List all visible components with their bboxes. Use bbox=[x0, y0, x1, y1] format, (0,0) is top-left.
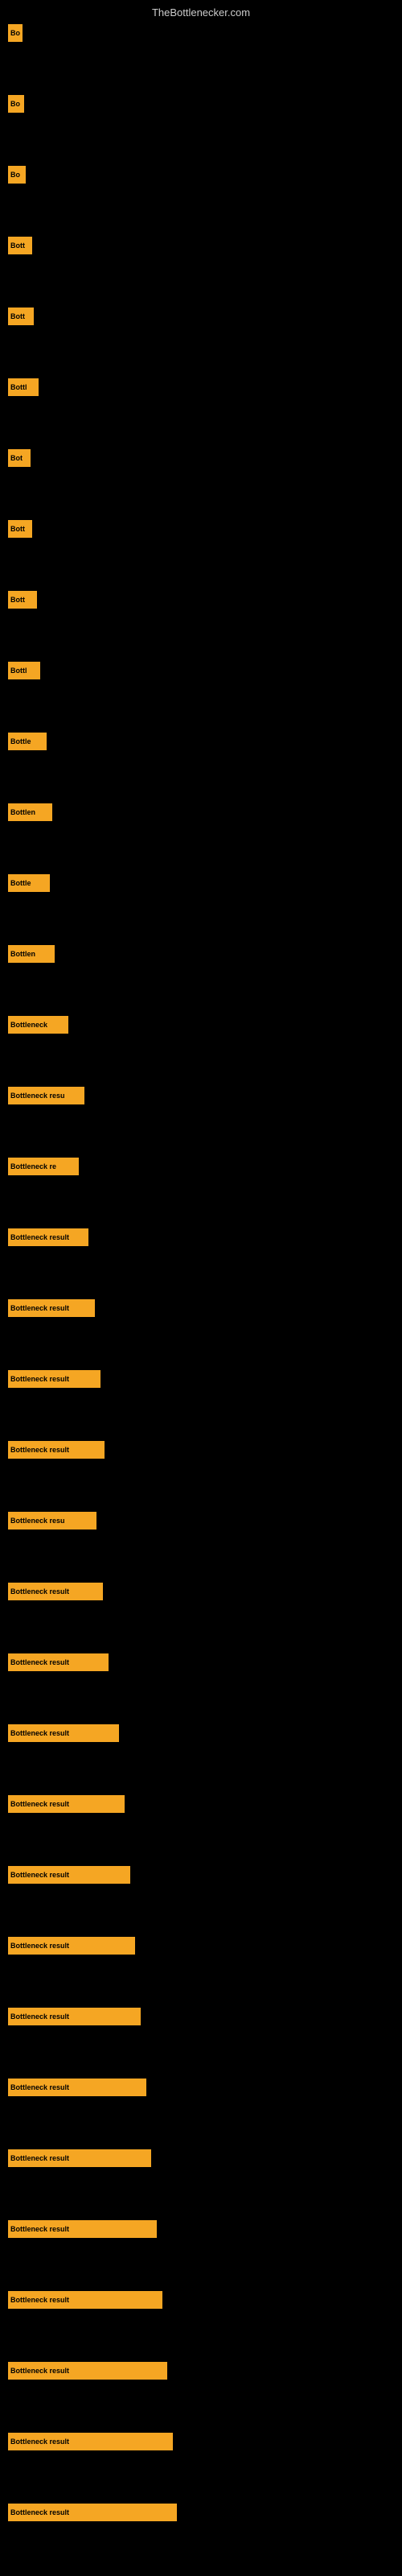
bar-item-23: Bottleneck result bbox=[8, 1583, 103, 1600]
bar-label-35: Bottleneck result bbox=[10, 2438, 69, 2446]
bar-item-11: Bottle bbox=[8, 733, 47, 750]
bar-label-19: Bottleneck result bbox=[10, 1304, 69, 1312]
bar-item-1: Bo bbox=[8, 24, 23, 42]
bar-label-20: Bottleneck result bbox=[10, 1375, 69, 1383]
bar-item-19: Bottleneck result bbox=[8, 1299, 95, 1317]
bar-label-13: Bottle bbox=[10, 879, 31, 887]
bar-item-29: Bottleneck result bbox=[8, 2008, 141, 2025]
bar-item-36: Bottleneck result bbox=[8, 2504, 177, 2521]
bar-item-24: Bottleneck result bbox=[8, 1653, 109, 1671]
bar-label-6: Bottl bbox=[10, 383, 27, 391]
bar-label-2: Bo bbox=[10, 100, 20, 108]
bar-label-8: Bott bbox=[10, 525, 25, 533]
bar-label-36: Bottleneck result bbox=[10, 2508, 69, 2516]
bar-item-2: Bo bbox=[8, 95, 24, 113]
bar-item-34: Bottleneck result bbox=[8, 2362, 167, 2380]
bar-item-27: Bottleneck result bbox=[8, 1866, 130, 1884]
bar-label-31: Bottleneck result bbox=[10, 2154, 69, 2162]
bar-label-27: Bottleneck result bbox=[10, 1871, 69, 1879]
bar-item-22: Bottleneck resu bbox=[8, 1512, 96, 1530]
bar-label-3: Bo bbox=[10, 171, 20, 179]
bar-item-14: Bottlen bbox=[8, 945, 55, 963]
bar-item-3: Bo bbox=[8, 166, 26, 184]
bar-item-4: Bott bbox=[8, 237, 32, 254]
bar-item-21: Bottleneck result bbox=[8, 1441, 105, 1459]
bar-label-32: Bottleneck result bbox=[10, 2225, 69, 2233]
bar-label-12: Bottlen bbox=[10, 808, 35, 816]
bar-label-33: Bottleneck result bbox=[10, 2296, 69, 2304]
bar-label-21: Bottleneck result bbox=[10, 1446, 69, 1454]
bar-item-12: Bottlen bbox=[8, 803, 52, 821]
bar-label-34: Bottleneck result bbox=[10, 2367, 69, 2375]
bar-item-17: Bottleneck re bbox=[8, 1158, 79, 1175]
bar-label-24: Bottleneck result bbox=[10, 1658, 69, 1666]
bar-label-14: Bottlen bbox=[10, 950, 35, 958]
bar-label-29: Bottleneck result bbox=[10, 2013, 69, 2021]
bar-item-9: Bott bbox=[8, 591, 37, 609]
bar-label-17: Bottleneck re bbox=[10, 1162, 56, 1170]
bar-label-28: Bottleneck result bbox=[10, 1942, 69, 1950]
bar-label-10: Bottl bbox=[10, 667, 27, 675]
bar-item-18: Bottleneck result bbox=[8, 1228, 88, 1246]
bar-item-10: Bottl bbox=[8, 662, 40, 679]
bar-item-33: Bottleneck result bbox=[8, 2291, 162, 2309]
bar-item-20: Bottleneck result bbox=[8, 1370, 100, 1388]
bar-label-16: Bottleneck resu bbox=[10, 1092, 65, 1100]
bar-item-26: Bottleneck result bbox=[8, 1795, 125, 1813]
bar-label-23: Bottleneck result bbox=[10, 1587, 69, 1596]
bar-label-15: Bottleneck bbox=[10, 1021, 47, 1029]
bar-label-9: Bott bbox=[10, 596, 25, 604]
bar-item-13: Bottle bbox=[8, 874, 50, 892]
bar-item-32: Bottleneck result bbox=[8, 2220, 157, 2238]
site-title: TheBottlenecker.com bbox=[152, 6, 250, 19]
bar-label-5: Bott bbox=[10, 312, 25, 320]
bar-item-31: Bottleneck result bbox=[8, 2149, 151, 2167]
bar-item-15: Bottleneck bbox=[8, 1016, 68, 1034]
bar-label-25: Bottleneck result bbox=[10, 1729, 69, 1737]
bar-label-22: Bottleneck resu bbox=[10, 1517, 65, 1525]
bar-item-7: Bot bbox=[8, 449, 31, 467]
bar-label-1: Bo bbox=[10, 29, 20, 37]
bar-label-4: Bott bbox=[10, 242, 25, 250]
bar-item-8: Bott bbox=[8, 520, 32, 538]
bar-item-28: Bottleneck result bbox=[8, 1937, 135, 1955]
bar-item-5: Bott bbox=[8, 308, 34, 325]
bar-item-35: Bottleneck result bbox=[8, 2433, 173, 2450]
bar-label-30: Bottleneck result bbox=[10, 2083, 69, 2091]
bar-label-26: Bottleneck result bbox=[10, 1800, 69, 1808]
bar-label-7: Bot bbox=[10, 454, 23, 462]
bar-item-16: Bottleneck resu bbox=[8, 1087, 84, 1104]
bar-item-25: Bottleneck result bbox=[8, 1724, 119, 1742]
bar-item-6: Bottl bbox=[8, 378, 39, 396]
bar-item-30: Bottleneck result bbox=[8, 2079, 146, 2096]
bar-label-18: Bottleneck result bbox=[10, 1233, 69, 1241]
bar-label-11: Bottle bbox=[10, 737, 31, 745]
